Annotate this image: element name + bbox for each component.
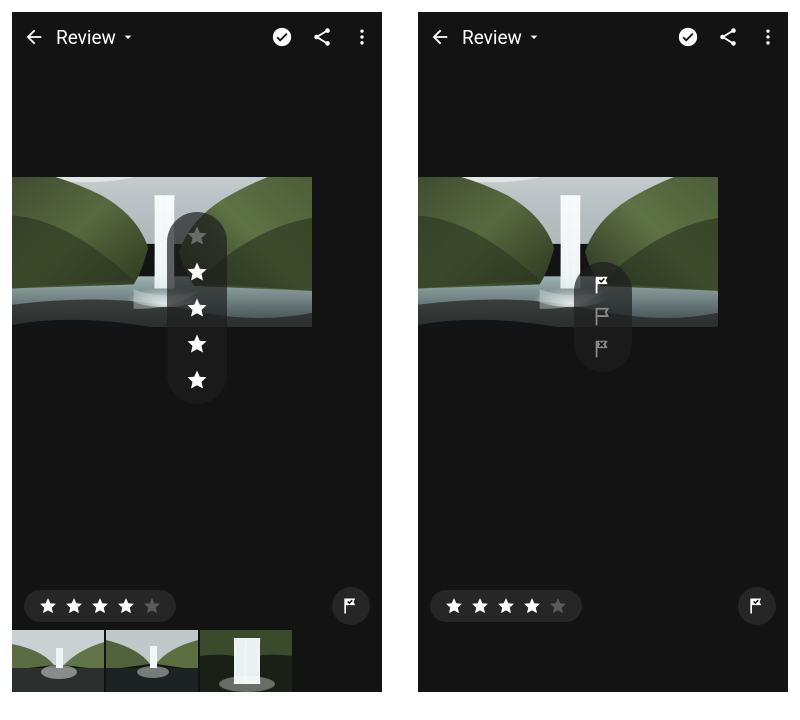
overflow-button[interactable] (342, 27, 382, 47)
rating-display[interactable] (430, 590, 582, 622)
caret-down-icon (526, 29, 542, 45)
flag-pick-icon (341, 596, 361, 616)
star-icon (185, 332, 209, 356)
photo-image (12, 177, 312, 327)
star-icon (470, 596, 490, 616)
share-button[interactable] (708, 26, 748, 48)
select-mode-button[interactable] (668, 26, 708, 48)
back-button[interactable] (12, 26, 56, 48)
share-icon (717, 26, 739, 48)
star-icon (548, 596, 568, 616)
flag-pick-icon[interactable] (592, 274, 614, 296)
select-mode-button[interactable] (262, 26, 302, 48)
phone-screen-left: Review (12, 12, 382, 692)
thumbnail[interactable] (200, 630, 292, 692)
share-button[interactable] (302, 26, 342, 48)
flag-pick-icon (747, 596, 767, 616)
star-icon (185, 260, 209, 284)
star-icon (142, 596, 162, 616)
check-circle-icon (271, 26, 293, 48)
back-button[interactable] (418, 26, 462, 48)
flag-unflag-icon[interactable] (592, 306, 614, 328)
flag-button[interactable] (332, 587, 370, 625)
rating-display[interactable] (24, 590, 176, 622)
star-icon (444, 596, 464, 616)
more-vert-icon (758, 27, 778, 47)
mode-label: Review (462, 26, 522, 49)
app-header: Review (12, 12, 382, 62)
filmstrip[interactable] (418, 630, 788, 692)
share-icon (311, 26, 333, 48)
star-icon (38, 596, 58, 616)
star-icon (496, 596, 516, 616)
phone-screen-right: Review (418, 12, 788, 692)
arrow-left-icon (429, 26, 451, 48)
app-header: Review (418, 12, 788, 62)
photo-image (418, 177, 718, 327)
mode-dropdown[interactable]: Review (462, 26, 542, 49)
thumbnail[interactable] (12, 630, 104, 692)
star-icon (522, 596, 542, 616)
flag-reject-icon[interactable] (592, 338, 614, 360)
star-icon (90, 596, 110, 616)
flag-gesture-overlay[interactable] (574, 262, 632, 372)
caret-down-icon (120, 29, 136, 45)
star-icon (185, 296, 209, 320)
check-circle-icon (677, 26, 699, 48)
thumbnail[interactable] (106, 630, 198, 692)
star-icon (185, 224, 209, 248)
arrow-left-icon (23, 26, 45, 48)
flag-button[interactable] (738, 587, 776, 625)
mode-label: Review (56, 26, 116, 49)
mode-dropdown[interactable]: Review (56, 26, 136, 49)
more-vert-icon (352, 27, 372, 47)
star-icon (185, 368, 209, 392)
bottom-bar (12, 586, 382, 626)
filmstrip[interactable] (12, 630, 382, 692)
rating-gesture-overlay[interactable] (167, 212, 227, 404)
star-icon (116, 596, 136, 616)
overflow-button[interactable] (748, 27, 788, 47)
star-icon (64, 596, 84, 616)
bottom-bar (418, 586, 788, 626)
